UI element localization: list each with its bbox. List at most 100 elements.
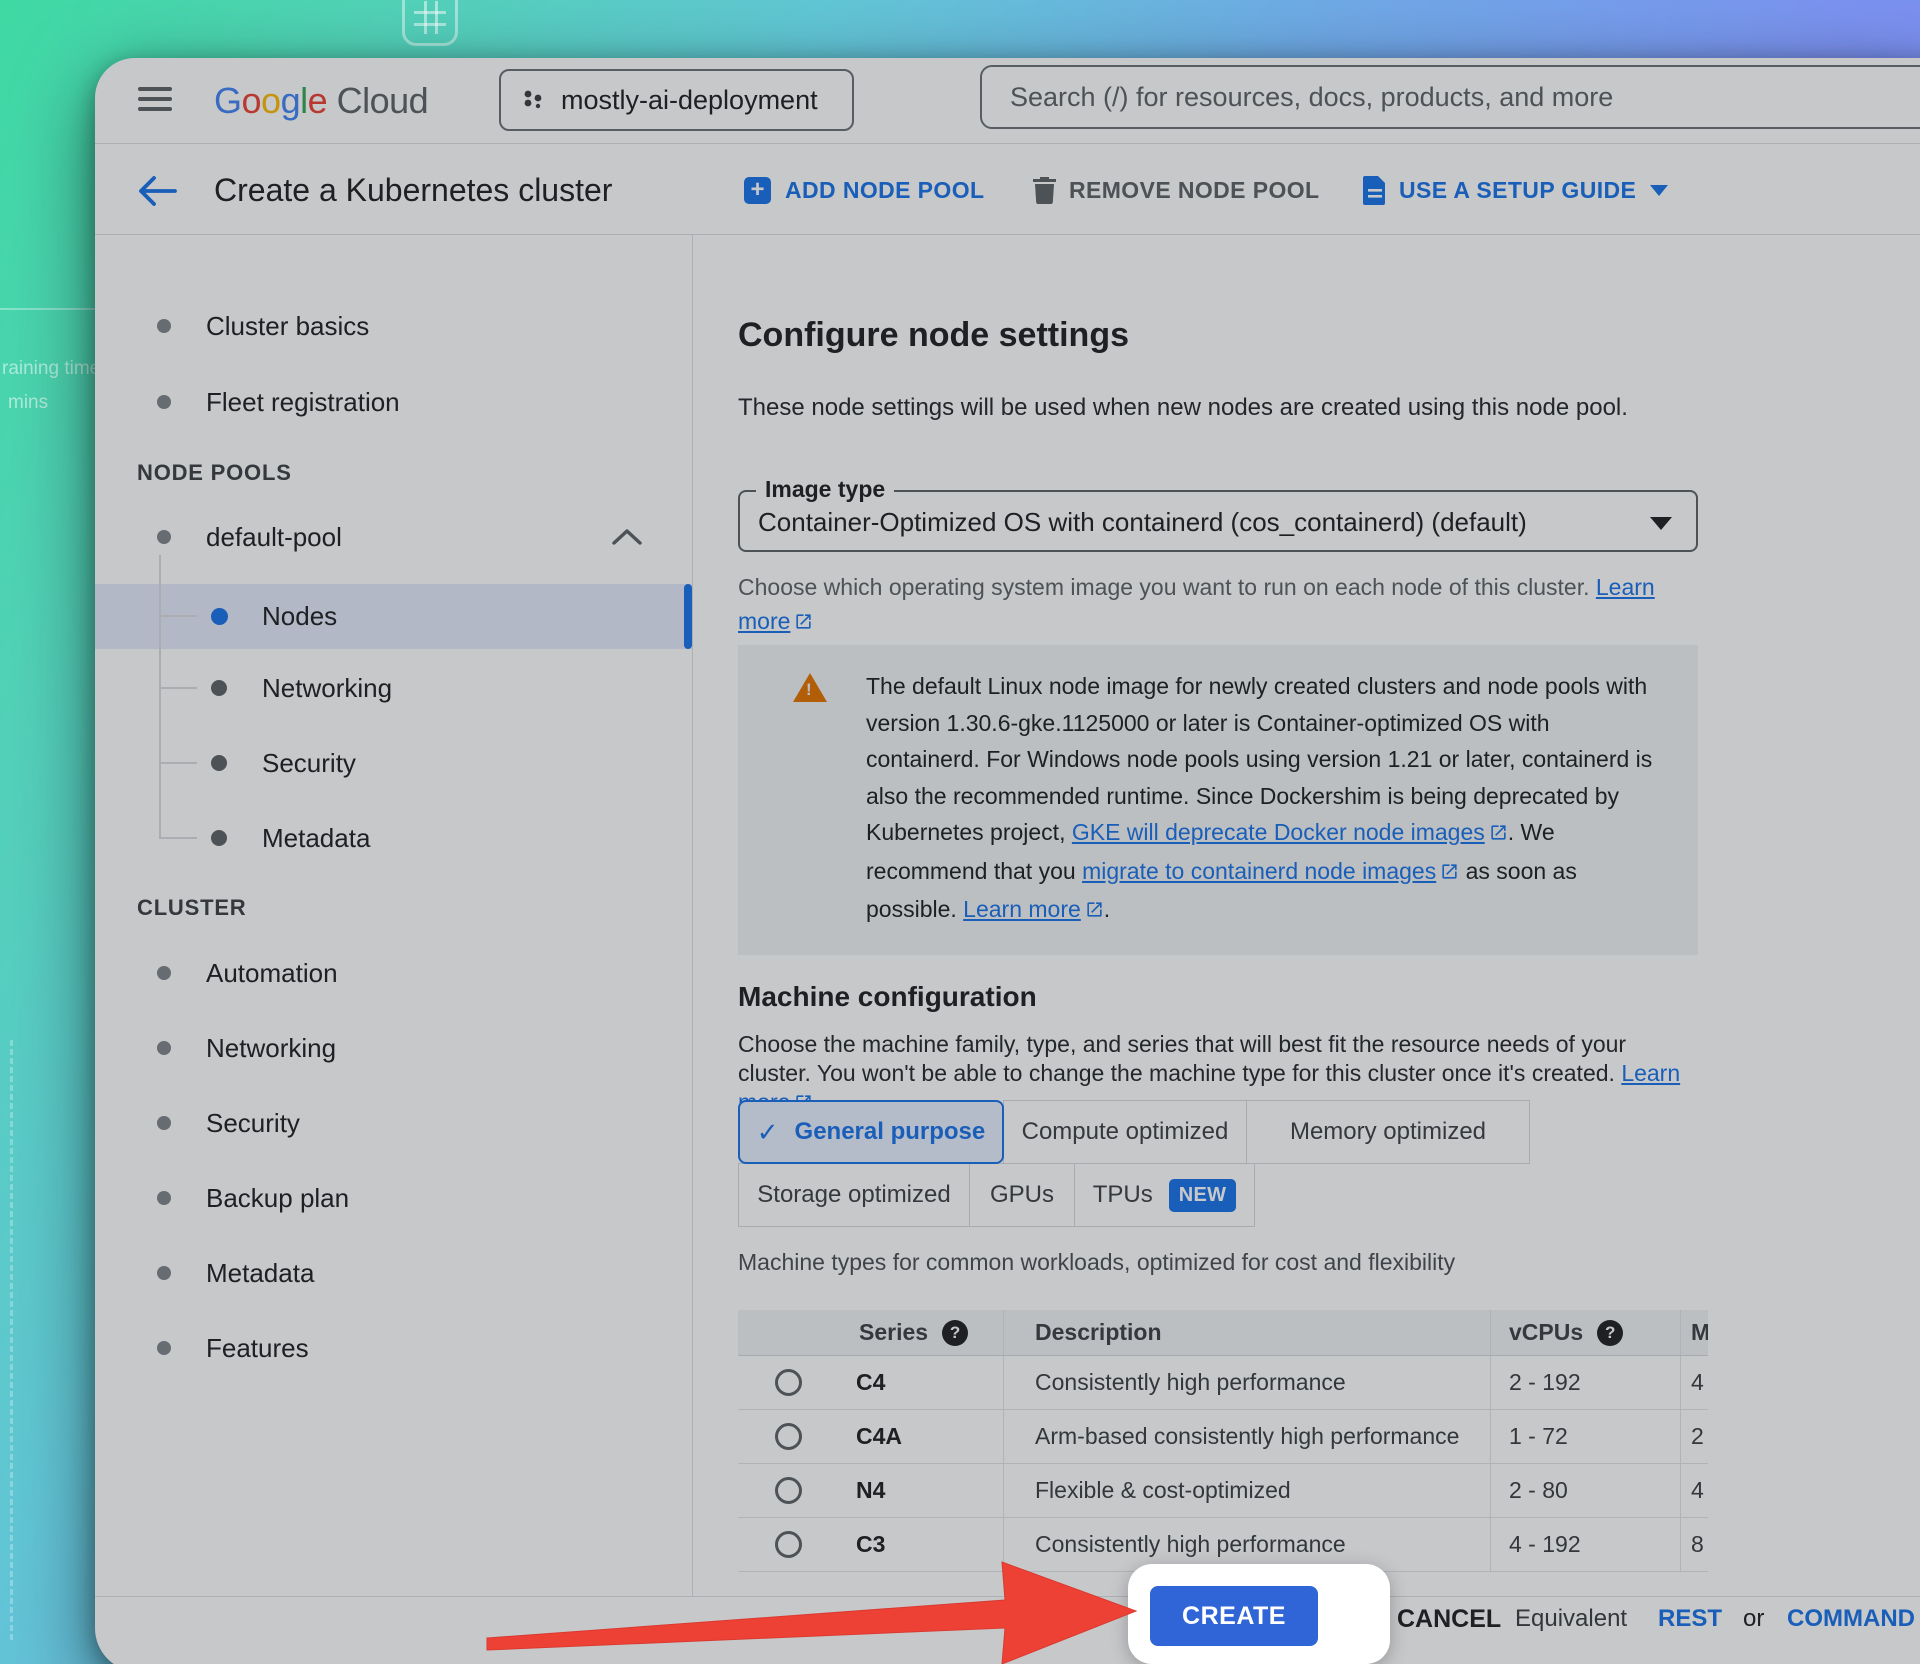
create-button[interactable]: CREATE	[1150, 1586, 1318, 1646]
tab-label: Compute optimized	[1022, 1118, 1229, 1146]
back-arrow-icon[interactable]	[137, 175, 177, 207]
chevron-up-icon[interactable]	[611, 528, 643, 546]
table-row-n4[interactable]: N4 Flexible & cost-optimized 2 - 80 4	[738, 1464, 1708, 1518]
add-node-pool-button[interactable]: + ADD NODE POOL	[744, 145, 984, 235]
project-selector[interactable]: mostly-ai-deployment	[499, 69, 854, 131]
sidebar-item-pool-networking[interactable]: Networking	[95, 656, 692, 720]
page-title: Create a Kubernetes cluster	[214, 172, 612, 209]
logo-letter: e	[308, 80, 328, 121]
step-bullet	[157, 530, 171, 544]
tab-compute-optimized[interactable]: Compute optimized	[1003, 1100, 1247, 1164]
external-link-icon	[1489, 816, 1508, 853]
sidebar-item-backup-plan[interactable]: Backup plan	[95, 1166, 692, 1230]
series-name: C4A	[856, 1423, 902, 1450]
sidebar-item-pool-security[interactable]: Security	[95, 731, 692, 795]
rest-link[interactable]: REST	[1658, 1605, 1722, 1633]
page-header: Create a Kubernetes cluster + ADD NODE P…	[95, 145, 1920, 235]
series-radio[interactable]	[775, 1531, 802, 1558]
action-bar: CANCEL Equivalent REST or COMMAND LINE	[95, 1596, 1920, 1664]
sidebar-item-label: Features	[206, 1333, 309, 1364]
sidebar-item-nodes[interactable]: Nodes	[95, 584, 692, 649]
sidebar-item-default-pool[interactable]: default-pool	[95, 505, 692, 569]
inline-link[interactable]: Learn more	[738, 574, 1655, 634]
hamburger-menu-icon[interactable]	[138, 87, 172, 114]
project-icon	[523, 88, 545, 112]
tab-general-purpose[interactable]: ✓ General purpose	[738, 1100, 1004, 1164]
warning-banner: The default Linux node image for newly c…	[738, 645, 1698, 955]
step-bullet	[157, 1341, 171, 1355]
step-bullet	[211, 830, 227, 846]
sidebar-item-pool-metadata[interactable]: Metadata	[95, 806, 692, 870]
sidebar-item-features[interactable]: Features	[95, 1316, 692, 1380]
step-bullet	[211, 755, 227, 771]
sidebar-item-cluster-basics[interactable]: Cluster basics	[95, 294, 692, 358]
tab-gpus[interactable]: GPUs	[969, 1163, 1075, 1227]
sidebar-item-label: Networking	[206, 1033, 336, 1064]
sidebar-item-label: Security	[262, 748, 356, 779]
sidebar-item-label: Fleet registration	[206, 387, 400, 418]
series-description: Arm-based consistently high performance	[1035, 1423, 1459, 1450]
cancel-button[interactable]: CANCEL	[1397, 1605, 1501, 1634]
external-link-icon	[1440, 855, 1459, 892]
image-type-help: Choose which operating system image you …	[738, 570, 1683, 640]
warning-icon	[793, 673, 827, 702]
background-label-mins: mins	[8, 392, 48, 414]
inline-link[interactable]: Learn more	[963, 896, 1081, 922]
or-label: or	[1743, 1605, 1764, 1633]
sidebar-divider	[692, 235, 693, 1596]
add-node-pool-label: ADD NODE POOL	[785, 177, 984, 204]
step-bullet	[157, 1116, 171, 1130]
step-bullet	[211, 680, 227, 696]
tab-tpus[interactable]: TPUs NEW	[1074, 1163, 1255, 1227]
google-cloud-logo[interactable]: Google Cloud	[214, 80, 428, 122]
series-description: Flexible & cost-optimized	[1035, 1477, 1291, 1504]
table-row-c4[interactable]: C4 Consistently high performance 2 - 192…	[738, 1356, 1708, 1410]
logo-letter: G	[214, 80, 242, 121]
image-type-select[interactable]: Image type Container-Optimized OS with c…	[738, 490, 1698, 552]
series-radio[interactable]	[775, 1477, 802, 1504]
table-row-c4a[interactable]: C4A Arm-based consistently high performa…	[738, 1410, 1708, 1464]
inline-link[interactable]: migrate to containerd node images	[1082, 858, 1436, 884]
sidebar-item-label: Metadata	[206, 1258, 314, 1289]
logo-letter: o	[261, 80, 281, 121]
step-bullet	[157, 319, 171, 333]
col-header-description: Description	[1035, 1319, 1162, 1346]
logo-cloud-text: Cloud	[327, 80, 428, 121]
tab-label: TPUs	[1093, 1181, 1153, 1209]
search-placeholder: Search (/) for resources, docs, products…	[1010, 82, 1613, 113]
table-header-row: Series ? Description vCPUs ? M	[738, 1310, 1708, 1356]
tab-memory-optimized[interactable]: Memory optimized	[1246, 1100, 1530, 1164]
command-line-link[interactable]: COMMAND LINE	[1787, 1605, 1920, 1633]
series-vcpus: 1 - 72	[1509, 1423, 1568, 1450]
series-memory: 4	[1691, 1477, 1704, 1504]
series-radio[interactable]	[775, 1423, 802, 1450]
series-radio[interactable]	[775, 1369, 802, 1396]
equivalent-label: Equivalent	[1515, 1605, 1627, 1633]
search-input[interactable]: Search (/) for resources, docs, products…	[980, 65, 1920, 129]
help-icon[interactable]: ?	[942, 1320, 968, 1346]
warning-text: The default Linux node image for newly c…	[866, 668, 1661, 930]
series-name: C4	[856, 1369, 885, 1396]
tab-label: Storage optimized	[757, 1181, 950, 1209]
inline-link[interactable]: GKE will deprecate Docker node images	[1072, 819, 1485, 845]
step-bullet	[157, 1041, 171, 1055]
sidebar-item-fleet-registration[interactable]: Fleet registration	[95, 370, 692, 434]
tab-label: Memory optimized	[1290, 1118, 1486, 1146]
sidebar-item-automation[interactable]: Automation	[95, 941, 692, 1005]
background-chart-line	[0, 308, 95, 310]
sidebar-item-metadata[interactable]: Metadata	[95, 1241, 692, 1305]
help-icon[interactable]: ?	[1597, 1320, 1623, 1346]
add-plus-icon: +	[744, 177, 771, 204]
series-memory: 4	[1691, 1369, 1704, 1396]
external-link-icon	[1085, 893, 1104, 930]
tab-storage-optimized[interactable]: Storage optimized	[738, 1163, 970, 1227]
logo-letter: o	[242, 80, 262, 121]
machine-types-note: Machine types for common workloads, opti…	[738, 1249, 1455, 1276]
remove-node-pool-button[interactable]: REMOVE NODE POOL	[1032, 145, 1319, 235]
sidebar-item-security[interactable]: Security	[95, 1091, 692, 1155]
sidebar-item-networking[interactable]: Networking	[95, 1016, 692, 1080]
setup-guide-button[interactable]: USE A SETUP GUIDE	[1363, 145, 1668, 235]
series-name: N4	[856, 1477, 885, 1504]
background-app-grid-icon	[402, 0, 458, 46]
series-name: C3	[856, 1531, 885, 1558]
